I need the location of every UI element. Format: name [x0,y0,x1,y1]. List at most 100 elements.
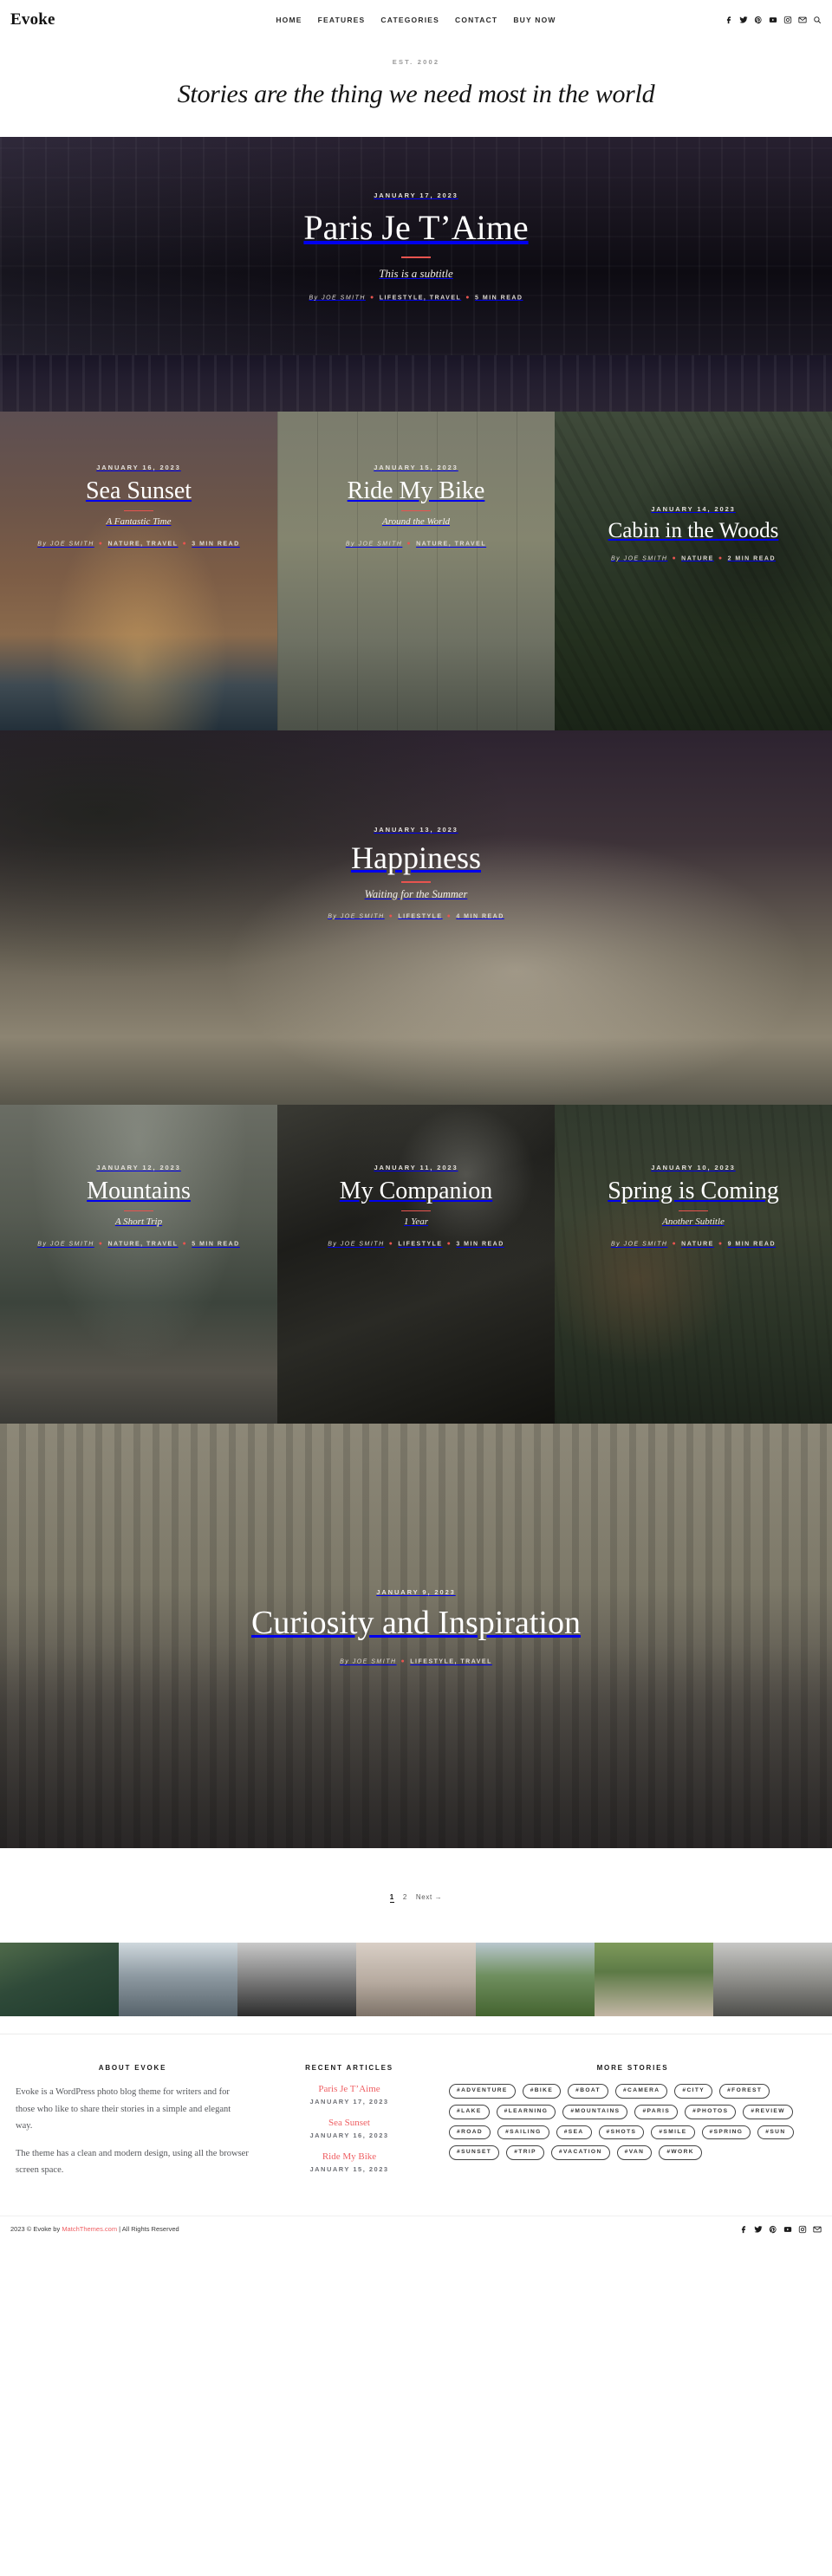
post-author: By JOE SMITH [37,1241,94,1248]
facebook-icon[interactable] [739,2225,748,2234]
post-card-ride-my-bike[interactable]: JANUARY 15, 2023 Ride My Bike Around the… [277,412,555,731]
tag-work[interactable]: #WORK [659,2145,702,2160]
tag-review[interactable]: #REVIEW [743,2104,793,2119]
title-divider [679,1210,708,1212]
post-card-spring-is-coming[interactable]: JANUARY 10, 2023 Spring is Coming Anothe… [555,1105,832,1424]
tag-adventure[interactable]: #ADVENTURE [449,2084,516,2099]
post-date: JANUARY 17, 2023 [374,191,458,200]
twitter-icon[interactable] [754,2225,763,2234]
post-subtitle: A Short Trip [114,1217,163,1228]
post-subtitle: This is a subtitle [379,267,453,281]
tag-city[interactable]: #CITY [674,2084,713,2099]
recent-article-item: Sea Sunset JANUARY 16, 2023 [267,2118,432,2139]
post-meta: By JOE SMITH ● NATURE ● 9 MIN READ [611,1241,776,1247]
post-card-mountains[interactable]: JANUARY 12, 2023 Mountains A Short Trip … [0,1105,277,1424]
post-subtitle: Waiting for the Summer [364,887,468,900]
tag-learning[interactable]: #LEARNING [496,2104,556,2119]
tag-spring[interactable]: #SPRING [701,2125,751,2140]
instagram-thumb[interactable] [356,1943,476,2017]
tag-forest[interactable]: #FOREST [719,2084,770,2099]
tag-camera[interactable]: #CAMERA [614,2084,668,2099]
instagram-thumb[interactable] [237,1943,357,2017]
tag-boat[interactable]: #BOAT [568,2084,608,2099]
post-card-curiosity-and-inspiration[interactable]: JANUARY 9, 2023 Curiosity and Inspiratio… [0,1424,832,1849]
post-subtitle: Around the World [381,516,451,528]
tag-van[interactable]: #VAN [616,2145,653,2160]
post-card-cabin-in-the-woods[interactable]: JANUARY 14, 2023 Cabin in the Woods By J… [555,412,832,731]
nav-item-buy-now[interactable]: BUY NOW [513,16,556,24]
post-categories: LIFESTYLE, TRAVEL [379,295,462,302]
pinterest-icon[interactable] [769,2225,777,2234]
post-title: Cabin in the Woods [608,519,779,543]
pagination-next[interactable]: Next → [416,1893,442,1901]
paris-image-continuation [0,355,832,412]
recent-article-date: JANUARY 17, 2023 [309,2098,389,2106]
post-readtime: 5 MIN READ [192,1241,240,1248]
youtube-icon[interactable] [769,16,777,24]
pinterest-icon[interactable] [754,16,763,24]
post-author: By JOE SMITH [610,1241,668,1248]
copyright-link[interactable]: MatchThemes.com [62,2225,117,2233]
nav-item-contact[interactable]: CONTACT [455,16,497,24]
post-readtime: 5 MIN READ [475,295,523,302]
instagram-icon[interactable] [798,2225,807,2234]
post-author: By JOE SMITH [328,1241,385,1248]
post-categories: LIFESTYLE [398,1241,443,1248]
facebook-icon[interactable] [725,16,733,24]
pagination-page-2[interactable]: 2 [403,1893,407,1901]
post-card-sea-sunset[interactable]: JANUARY 16, 2023 Sea Sunset A Fantastic … [0,412,277,731]
tag-shots[interactable]: #SHOTS [598,2125,645,2140]
post-card-happiness[interactable]: JANUARY 13, 2023 Happiness Waiting for t… [0,730,832,1106]
meta-separator-icon: ● [672,1241,678,1248]
post-title: Spring is Coming [608,1178,779,1205]
email-icon[interactable] [813,2225,822,2234]
post-readtime: 4 MIN READ [456,913,504,920]
site-logo[interactable]: Evoke [10,10,166,29]
tag-paris[interactable]: #PARIS [634,2104,679,2119]
post-card-my-companion[interactable]: JANUARY 11, 2023 My Companion 1 Year By … [277,1105,555,1424]
meta-separator-icon: ● [465,295,471,302]
post-categories: NATURE, TRAVEL [107,1241,179,1248]
tag-road[interactable]: #ROAD [449,2125,491,2140]
tag-photos[interactable]: #PHOTOS [685,2104,737,2119]
tag-lake[interactable]: #LAKE [449,2104,490,2119]
meta-separator-icon: ● [446,912,452,919]
tag-sea[interactable]: #SEA [556,2125,592,2140]
instagram-thumb[interactable] [0,1943,120,2017]
post-categories: NATURE [681,555,714,561]
tag-sailing[interactable]: #SAILING [497,2125,549,2140]
meta-separator-icon: ● [388,1241,394,1248]
post-row-upper: JANUARY 16, 2023 Sea Sunset A Fantastic … [0,412,832,731]
pagination-page-1[interactable]: 1 [389,1893,394,1904]
instagram-thumb[interactable] [119,1943,238,2017]
header-social-bar [666,16,822,24]
instagram-thumb[interactable] [475,1943,595,2017]
tag-sunset[interactable]: #SUNSET [449,2145,500,2160]
recent-article-link[interactable]: Ride My Bike [267,2151,432,2162]
recent-article-link[interactable]: Sea Sunset [267,2118,432,2128]
tag-bike[interactable]: #BIKE [522,2084,562,2099]
tag-trip[interactable]: #TRIP [506,2145,544,2160]
nav-item-categories[interactable]: CATEGORIES [380,16,439,24]
email-icon[interactable] [798,16,807,24]
widget-recent-articles: RECENT ARTICLES Paris Je T’Aime JANUARY … [267,2064,432,2189]
instagram-thumb[interactable] [594,1943,713,2017]
post-author: By JOE SMITH [345,541,403,548]
post-author: By JOE SMITH [610,555,668,561]
instagram-thumb[interactable] [712,1943,832,2017]
search-icon[interactable] [813,16,822,24]
tag-smile[interactable]: #SMILE [651,2125,695,2140]
tag-cloud: #ADVENTURE #BIKE #BOAT #CAMERA #CITY #FO… [449,2084,816,2160]
tag-sun[interactable]: #SUN [757,2125,794,2140]
post-card-paris-je-taime[interactable]: JANUARY 17, 2023 Paris Je T’Aime This is… [0,137,832,356]
primary-navigation: HOME FEATURES CATEGORIES CONTACT BUY NOW [166,16,666,24]
tag-vacation[interactable]: #VACATION [550,2145,610,2160]
twitter-icon[interactable] [739,16,748,24]
tag-mountains[interactable]: #MOUNTAINS [562,2104,628,2119]
youtube-icon[interactable] [783,2225,792,2234]
nav-item-features[interactable]: FEATURES [318,16,366,24]
instagram-icon[interactable] [783,16,792,24]
nav-item-home[interactable]: HOME [276,16,302,24]
recent-article-link[interactable]: Paris Je T’Aime [267,2084,432,2094]
recent-article-item: Ride My Bike JANUARY 15, 2023 [267,2151,432,2173]
